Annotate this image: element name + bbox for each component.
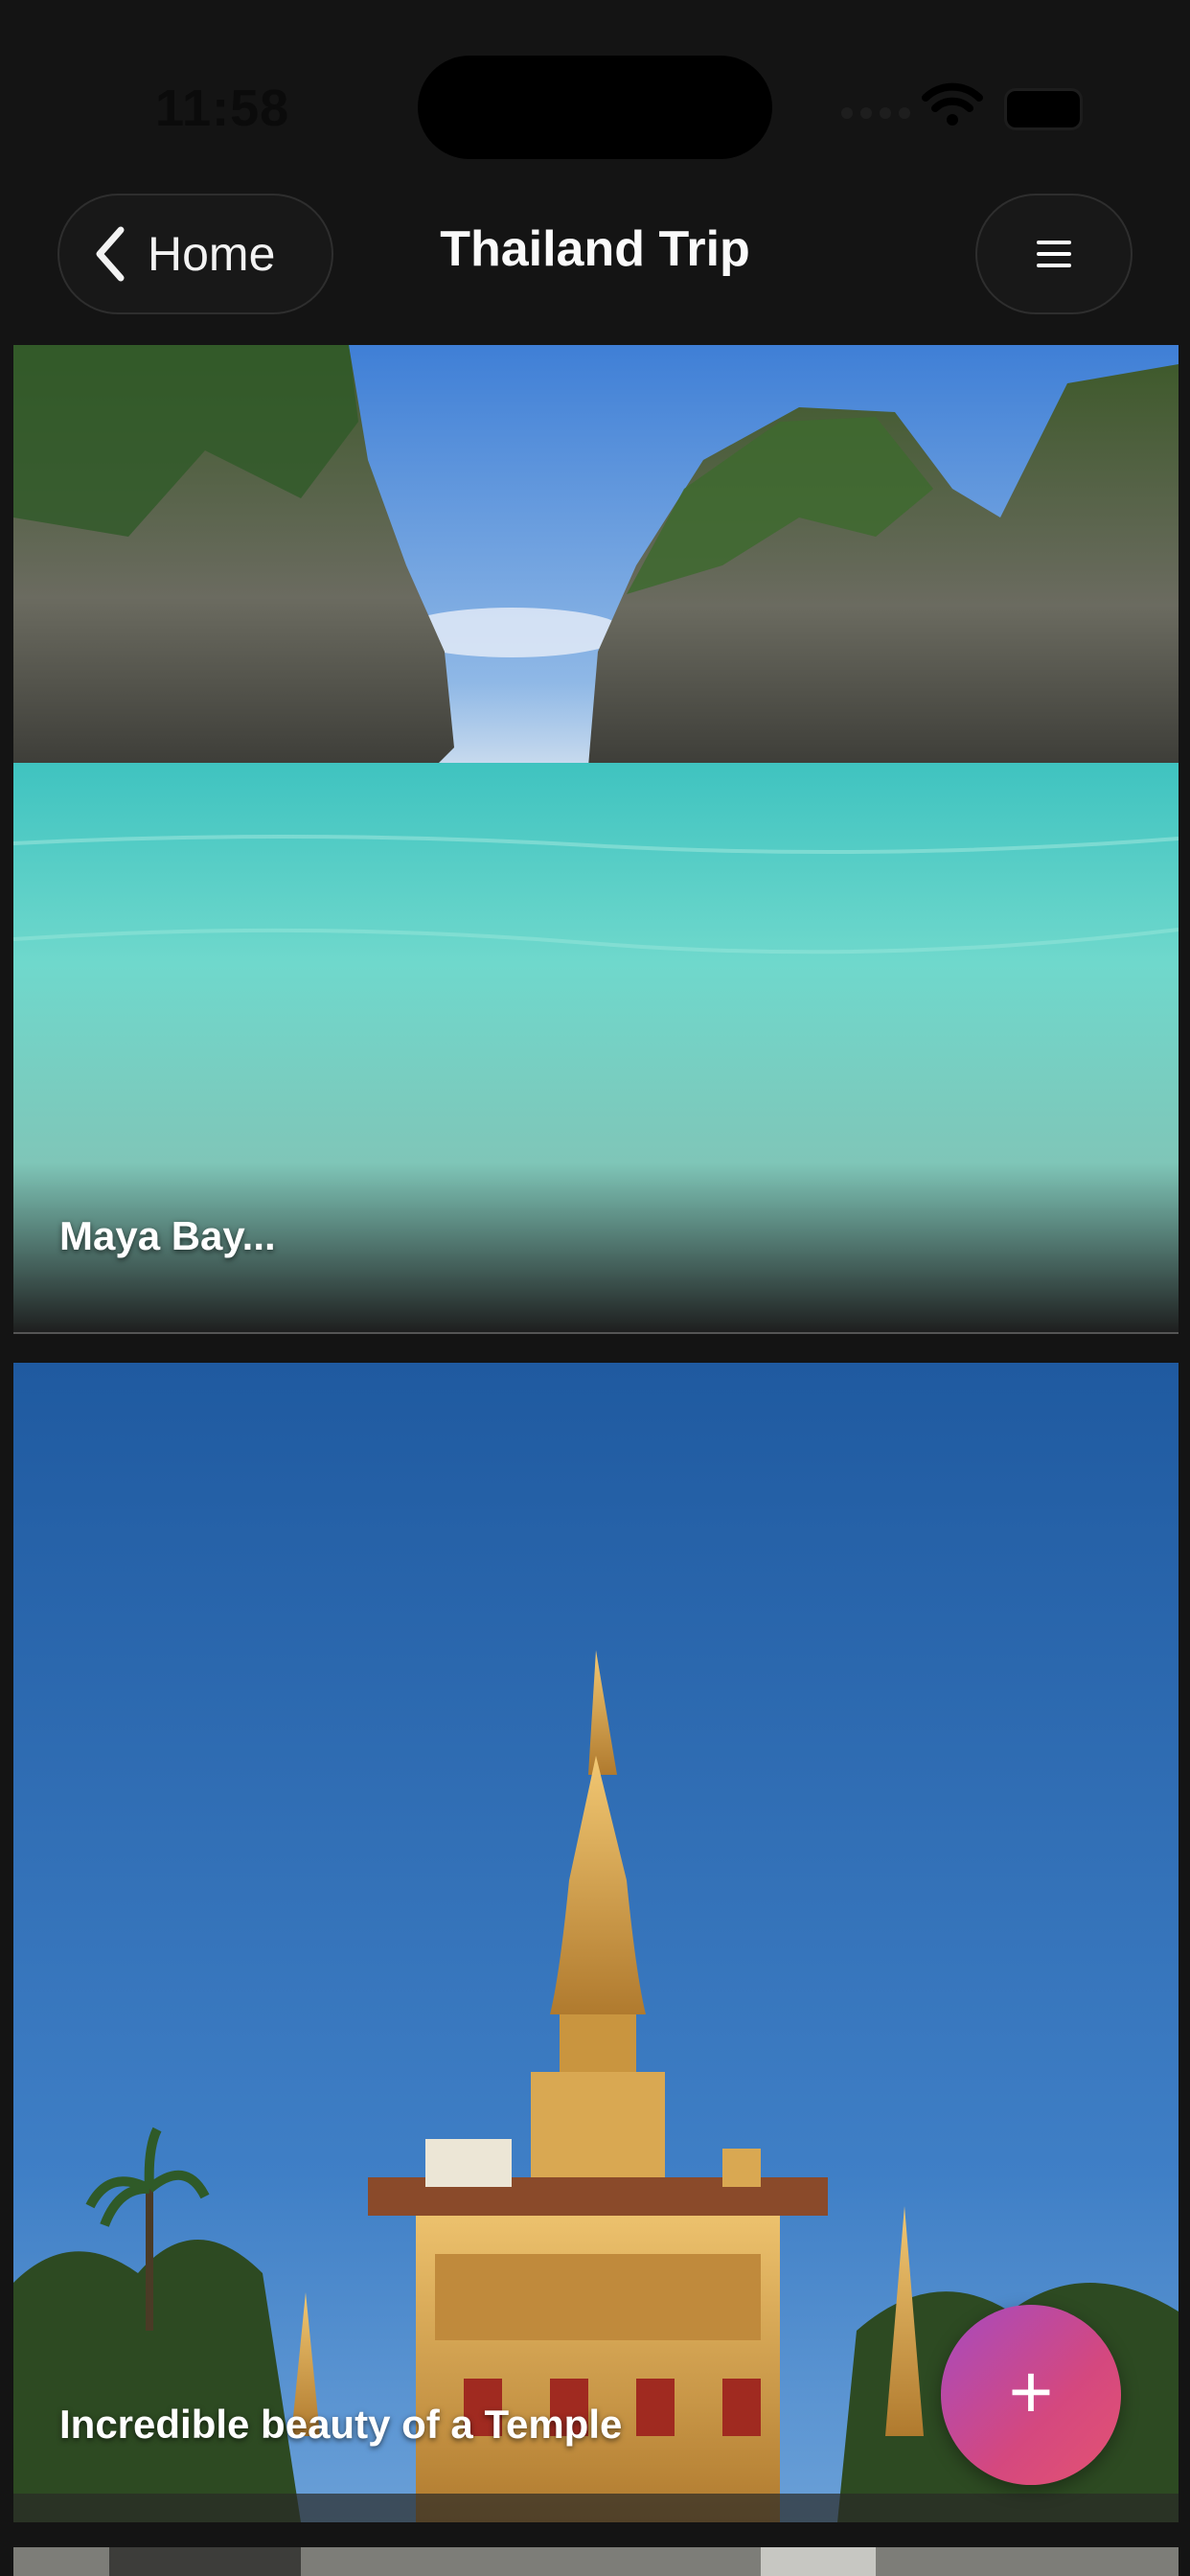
beach-photo: [13, 345, 1179, 1334]
next-photo-preview: [13, 2547, 1179, 2576]
add-button[interactable]: +: [941, 2305, 1121, 2485]
battery-icon: [1004, 88, 1083, 130]
status-time: 11:58: [155, 80, 290, 137]
wifi-icon: [922, 82, 983, 126]
navigation-header: Home Thailand Trip: [0, 182, 1190, 345]
plus-icon: +: [1008, 2349, 1054, 2434]
dynamic-island: [418, 56, 772, 159]
card-caption: Maya Bay...: [59, 1213, 276, 1258]
card-caption: Incredible beauty of a Temple: [59, 2402, 623, 2447]
photo-card[interactable]: Maya Bay...: [13, 345, 1179, 1334]
menu-button[interactable]: [975, 194, 1133, 314]
photo-card[interactable]: [13, 2547, 1179, 2576]
hamburger-menu-icon: [1037, 241, 1071, 267]
status-bar: 11:58: [0, 0, 1190, 182]
cellular-signal-icon: [841, 107, 910, 119]
